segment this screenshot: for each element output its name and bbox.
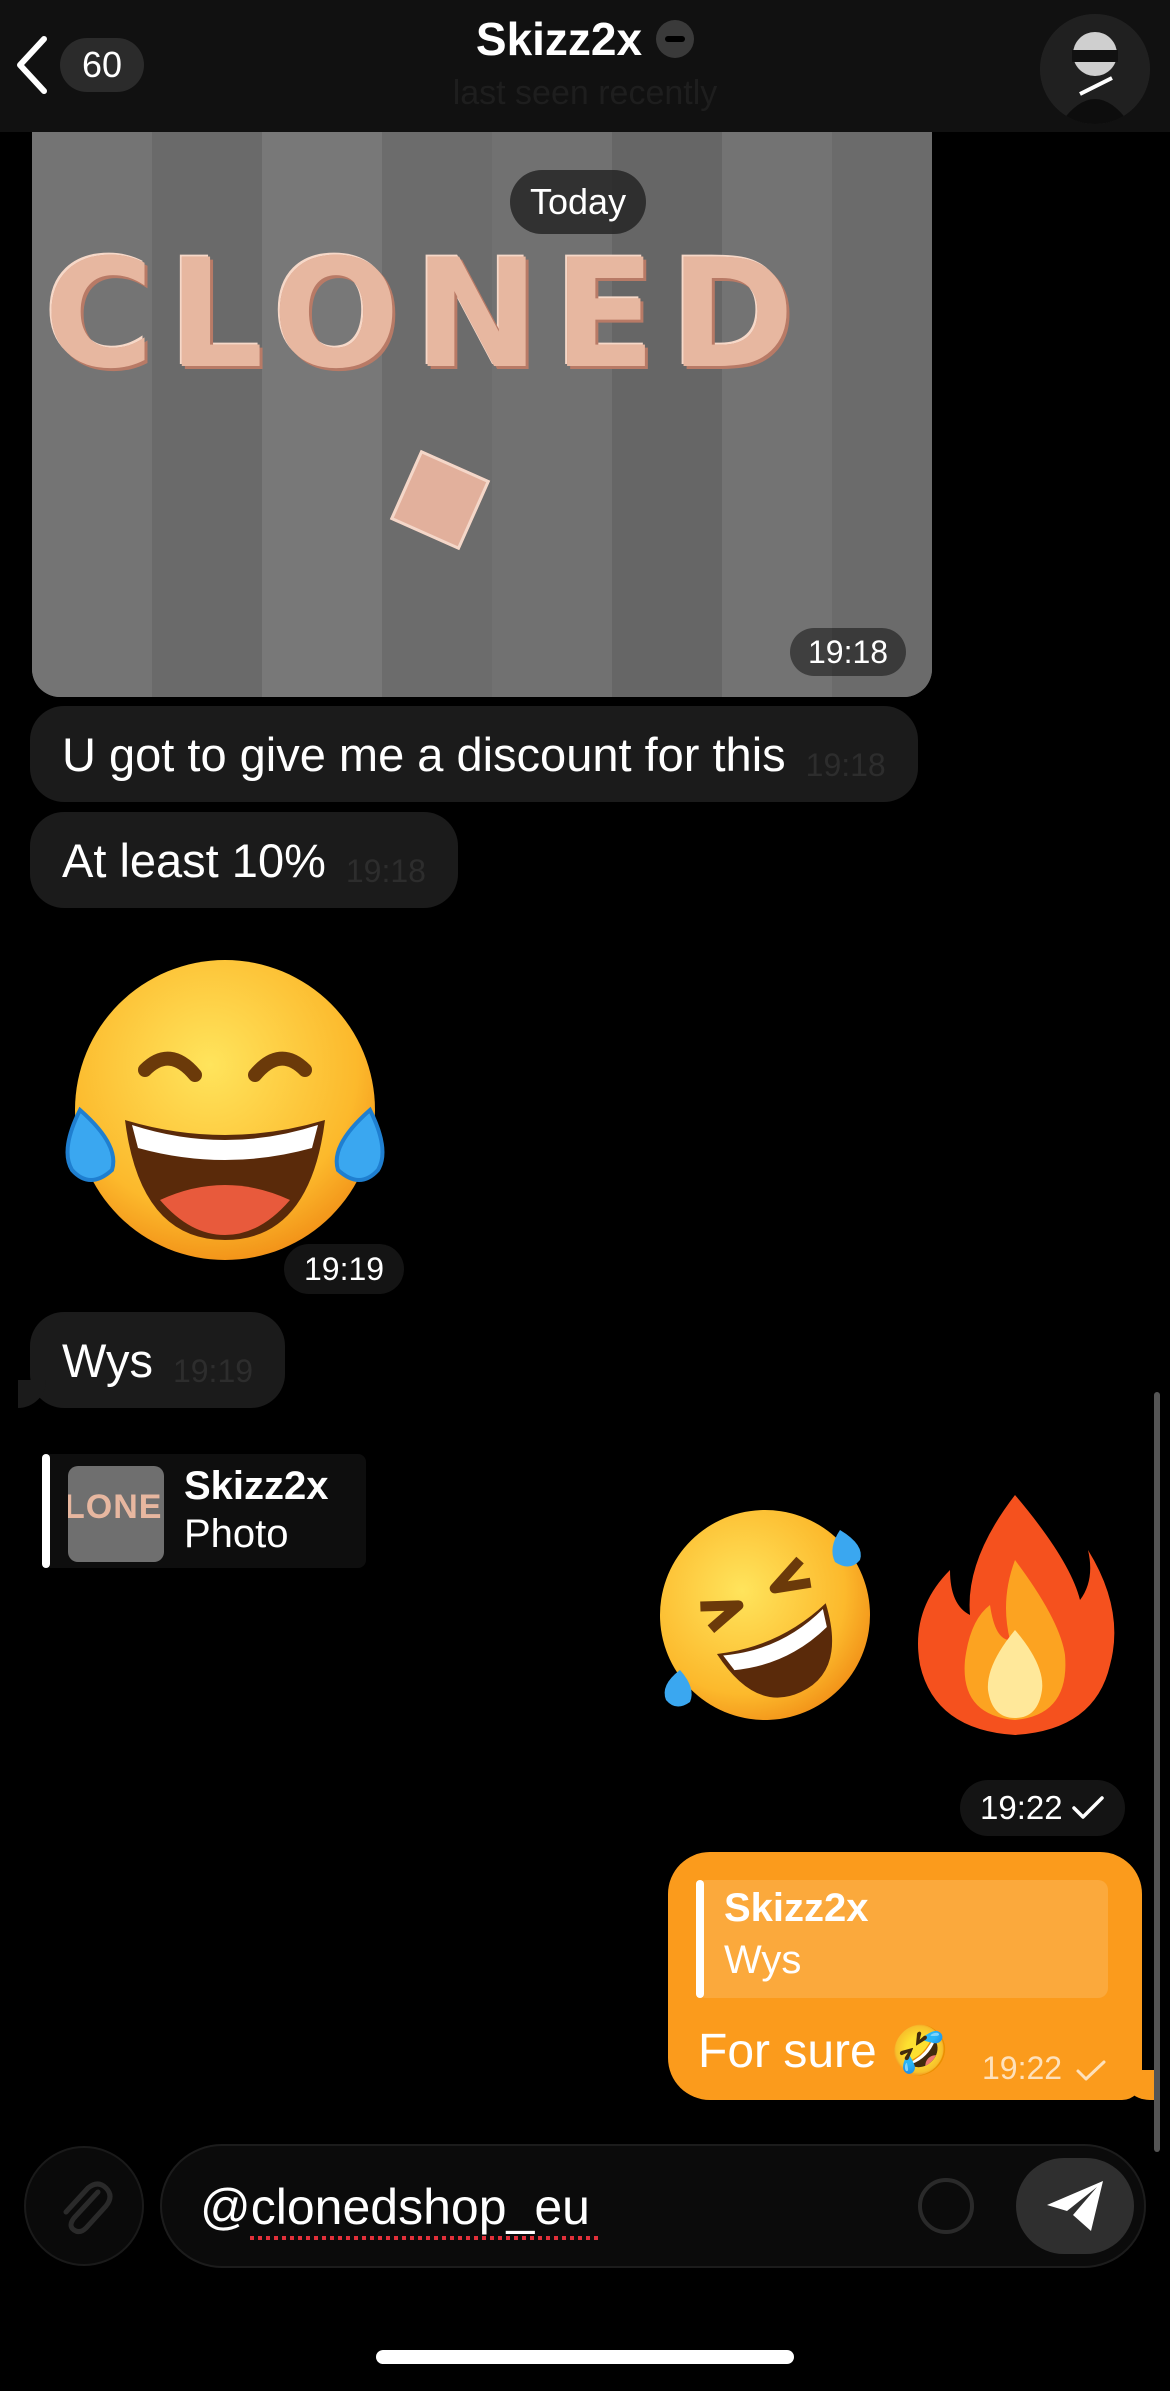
message-time-text: 19:22 xyxy=(980,1789,1063,1826)
message-input-text[interactable]: @clonedshop_eu xyxy=(200,2178,590,2236)
message-bubble[interactable]: U got to give me a discount for this 19:… xyxy=(30,706,918,802)
quote-text: Wys xyxy=(724,1938,802,1982)
date-chip: Today xyxy=(510,170,647,234)
scrollbar[interactable] xyxy=(1154,1392,1160,2152)
message-text: For sure 🤣 xyxy=(698,2025,950,2078)
message-time: 19:18 xyxy=(790,628,907,676)
message-text: At least 10% xyxy=(62,833,326,887)
reply-type: Photo xyxy=(184,1512,289,1556)
spellcheck-underline xyxy=(250,2236,598,2240)
reply-preview[interactable]: LONED Skizz2x Photo xyxy=(42,1454,366,1568)
attach-button[interactable] xyxy=(24,2146,144,2266)
message-time-text: 19:22 xyxy=(982,2050,1063,2086)
thumbnail-art: LONED xyxy=(68,1488,164,1526)
paper-plane-icon xyxy=(1047,2181,1103,2231)
emoji-sticker[interactable] xyxy=(650,1500,880,1730)
outgoing-message-bubble[interactable]: Skizz2x Wys For sure 🤣 19:22 xyxy=(668,1852,1142,2100)
emoji-sticker[interactable] xyxy=(910,1490,1120,1740)
send-button[interactable] xyxy=(1016,2158,1134,2254)
emoji-sticker[interactable] xyxy=(50,950,400,1270)
reply-thumbnail: LONED xyxy=(68,1466,164,1562)
reply-accent-bar xyxy=(42,1454,50,1568)
check-icon xyxy=(1071,1796,1104,1819)
message-time: 19:22 xyxy=(982,2050,1107,2087)
rolling-laughing-emoji xyxy=(660,1510,870,1720)
avatar-image xyxy=(1040,14,1150,124)
home-indicator xyxy=(376,2350,794,2364)
message-time: 19:19 xyxy=(284,1244,405,1294)
message-input[interactable]: @clonedshop_eu xyxy=(160,2144,1146,2268)
message-time: 19:18 xyxy=(345,852,426,889)
message-text: U got to give me a discount for this xyxy=(62,727,786,781)
message-time: 19:19 xyxy=(172,1352,254,1389)
photo-message[interactable]: CLONED xyxy=(32,132,932,697)
chat-title-area[interactable]: Skizz2x xyxy=(0,12,1170,66)
check-icon xyxy=(1076,2060,1106,2081)
quote-accent-bar xyxy=(696,1880,704,1998)
reply-sender: Skizz2x xyxy=(184,1464,329,1508)
message-text: Wys xyxy=(62,1333,153,1387)
chat-title: Skizz2x xyxy=(475,13,643,65)
message-time: 19:22 xyxy=(960,1780,1125,1836)
message-time: 19:18 xyxy=(805,746,886,783)
message-bubble[interactable]: Wys 19:19 xyxy=(17,1312,286,1408)
laughing-tears-emoji xyxy=(65,960,385,1260)
chat-status: last seen recently xyxy=(452,74,718,112)
smiley-icon[interactable] xyxy=(918,2178,974,2234)
photo-caption-art: CLONED xyxy=(44,228,809,402)
reply-quote[interactable]: Skizz2x Wys xyxy=(696,1880,1108,1998)
message-bubble[interactable]: At least 10% 19:18 xyxy=(30,812,458,908)
fire-emoji xyxy=(918,1495,1115,1735)
minus-circle-icon xyxy=(656,20,695,58)
paperclip-icon xyxy=(63,2181,113,2235)
avatar[interactable] xyxy=(1040,14,1150,124)
quote-sender: Skizz2x xyxy=(724,1886,869,1930)
